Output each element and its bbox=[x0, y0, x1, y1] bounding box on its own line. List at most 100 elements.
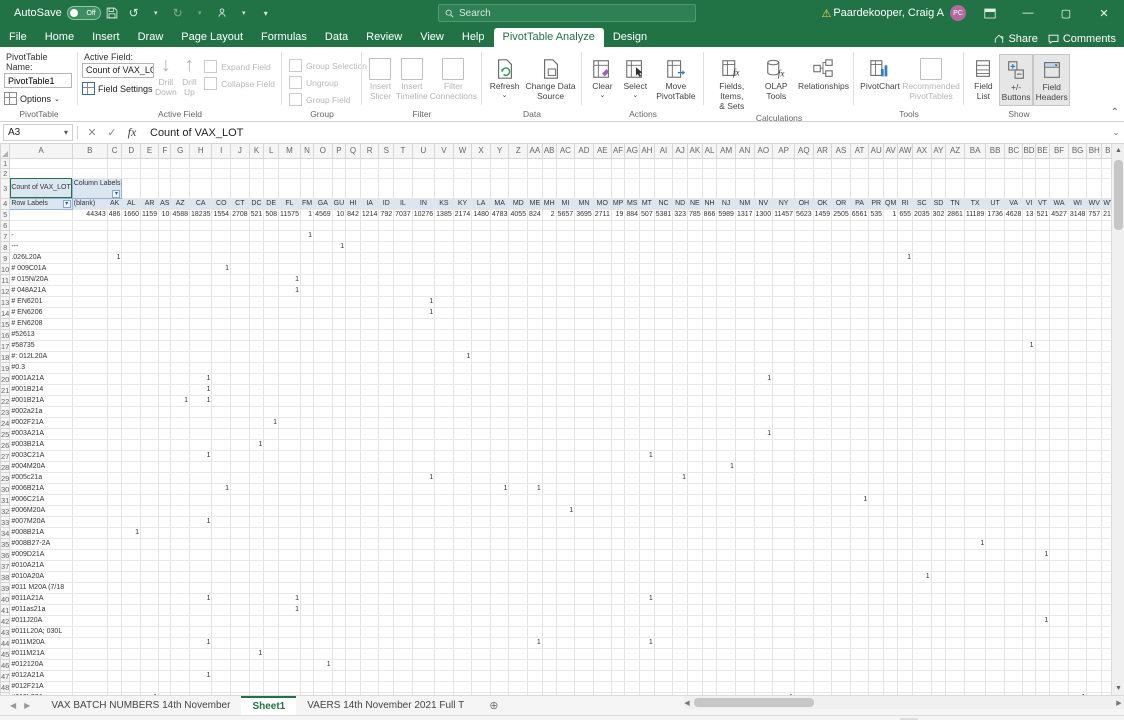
cell[interactable] bbox=[211, 329, 232, 342]
cell[interactable] bbox=[158, 178, 172, 199]
pivot-state-header-OH[interactable]: OH bbox=[794, 198, 814, 210]
cell[interactable] bbox=[313, 626, 333, 639]
cell[interactable] bbox=[897, 384, 914, 397]
column-header-R[interactable]: R bbox=[359, 144, 380, 159]
cell[interactable] bbox=[471, 351, 491, 364]
cell[interactable] bbox=[868, 395, 885, 408]
pivot-state-header-MO[interactable]: MO bbox=[593, 198, 612, 210]
cell[interactable] bbox=[672, 549, 688, 562]
cell[interactable] bbox=[471, 527, 491, 540]
cell[interactable] bbox=[964, 593, 987, 606]
pivot-row-label[interactable]: #58735 bbox=[9, 340, 73, 353]
cell[interactable] bbox=[831, 417, 851, 430]
cell[interactable] bbox=[912, 604, 932, 617]
cell[interactable] bbox=[654, 230, 674, 243]
cell[interactable] bbox=[1086, 285, 1103, 298]
cell[interactable] bbox=[831, 516, 851, 529]
cell[interactable] bbox=[639, 692, 655, 695]
cell[interactable] bbox=[639, 417, 655, 430]
cell[interactable]: 1 bbox=[639, 593, 655, 606]
cell[interactable] bbox=[527, 582, 543, 595]
cell[interactable] bbox=[249, 516, 265, 529]
cell[interactable] bbox=[211, 472, 232, 485]
cell[interactable] bbox=[1035, 318, 1051, 331]
pivot-row-label[interactable]: #0.3 bbox=[9, 362, 73, 375]
cell[interactable] bbox=[1086, 263, 1103, 276]
cell[interactable] bbox=[593, 461, 612, 474]
cell[interactable] bbox=[72, 395, 108, 408]
cell[interactable] bbox=[263, 692, 280, 695]
autosave-switch[interactable]: Off bbox=[66, 6, 101, 20]
cell[interactable] bbox=[360, 527, 380, 540]
row-header-4[interactable]: 4 bbox=[0, 197, 11, 210]
cell[interactable] bbox=[313, 329, 333, 342]
cell[interactable] bbox=[883, 285, 899, 298]
cell[interactable] bbox=[360, 285, 380, 298]
cell[interactable] bbox=[735, 252, 755, 265]
cell[interactable] bbox=[931, 648, 947, 661]
cell[interactable] bbox=[189, 318, 213, 331]
cell[interactable] bbox=[964, 483, 987, 496]
cell[interactable] bbox=[1049, 549, 1069, 562]
cell[interactable]: 1 bbox=[249, 439, 265, 452]
cell[interactable] bbox=[1004, 384, 1024, 397]
cell[interactable] bbox=[542, 692, 557, 695]
cell[interactable] bbox=[453, 494, 473, 507]
cell[interactable] bbox=[542, 439, 557, 452]
cell[interactable] bbox=[313, 615, 333, 628]
pivot-row-label[interactable]: #011as21a bbox=[9, 604, 73, 617]
cell[interactable] bbox=[345, 681, 361, 694]
cell[interactable] bbox=[378, 571, 395, 584]
cell[interactable] bbox=[754, 274, 774, 287]
column-header-J[interactable]: J bbox=[230, 144, 250, 159]
cell[interactable] bbox=[624, 406, 641, 419]
cell[interactable] bbox=[360, 461, 380, 474]
cell[interactable] bbox=[702, 340, 718, 353]
cell[interactable] bbox=[453, 158, 473, 169]
cell[interactable] bbox=[140, 648, 160, 661]
cell[interactable] bbox=[249, 615, 265, 628]
pivot-row-label[interactable]: #001B21A bbox=[9, 395, 73, 408]
cell[interactable] bbox=[687, 417, 703, 430]
column-header-AM[interactable]: AM bbox=[716, 144, 736, 159]
cell[interactable] bbox=[345, 549, 361, 562]
name-box-caret-icon[interactable]: ▾ bbox=[64, 128, 68, 137]
cell[interactable] bbox=[850, 571, 870, 584]
cell[interactable]: 1 bbox=[754, 428, 774, 441]
cell[interactable] bbox=[735, 406, 755, 419]
cell[interactable] bbox=[716, 593, 736, 606]
cell[interactable] bbox=[654, 560, 674, 573]
column-header-B[interactable]: B bbox=[71, 144, 108, 159]
cell[interactable] bbox=[611, 604, 626, 617]
cell[interactable] bbox=[542, 241, 557, 254]
cell[interactable] bbox=[471, 296, 491, 309]
cell[interactable] bbox=[189, 230, 213, 243]
row-header-10[interactable]: 10 bbox=[0, 263, 11, 276]
row-header-38[interactable]: 38 bbox=[0, 571, 11, 584]
column-header-K[interactable]: K bbox=[248, 144, 265, 159]
cell[interactable] bbox=[508, 220, 529, 232]
cell[interactable] bbox=[211, 494, 232, 507]
cell[interactable] bbox=[716, 505, 736, 518]
cell[interactable] bbox=[230, 230, 250, 243]
cell[interactable] bbox=[912, 351, 932, 364]
cell[interactable] bbox=[527, 428, 543, 441]
cell[interactable] bbox=[964, 351, 987, 364]
cell[interactable] bbox=[702, 527, 718, 540]
cell[interactable] bbox=[772, 472, 796, 485]
cell[interactable] bbox=[945, 615, 965, 628]
cell[interactable] bbox=[593, 450, 612, 463]
cell[interactable] bbox=[249, 670, 265, 683]
row-header-9[interactable]: 9 bbox=[0, 252, 11, 265]
cell[interactable] bbox=[794, 516, 814, 529]
cell[interactable] bbox=[1022, 461, 1036, 474]
cell[interactable] bbox=[831, 220, 851, 232]
cell[interactable] bbox=[249, 241, 265, 254]
cell[interactable] bbox=[883, 670, 899, 683]
cell[interactable] bbox=[654, 220, 674, 232]
cell[interactable] bbox=[140, 527, 160, 540]
cell[interactable] bbox=[378, 615, 395, 628]
cell[interactable] bbox=[434, 527, 454, 540]
cell[interactable] bbox=[931, 615, 947, 628]
cell[interactable]: 1 bbox=[189, 395, 213, 408]
